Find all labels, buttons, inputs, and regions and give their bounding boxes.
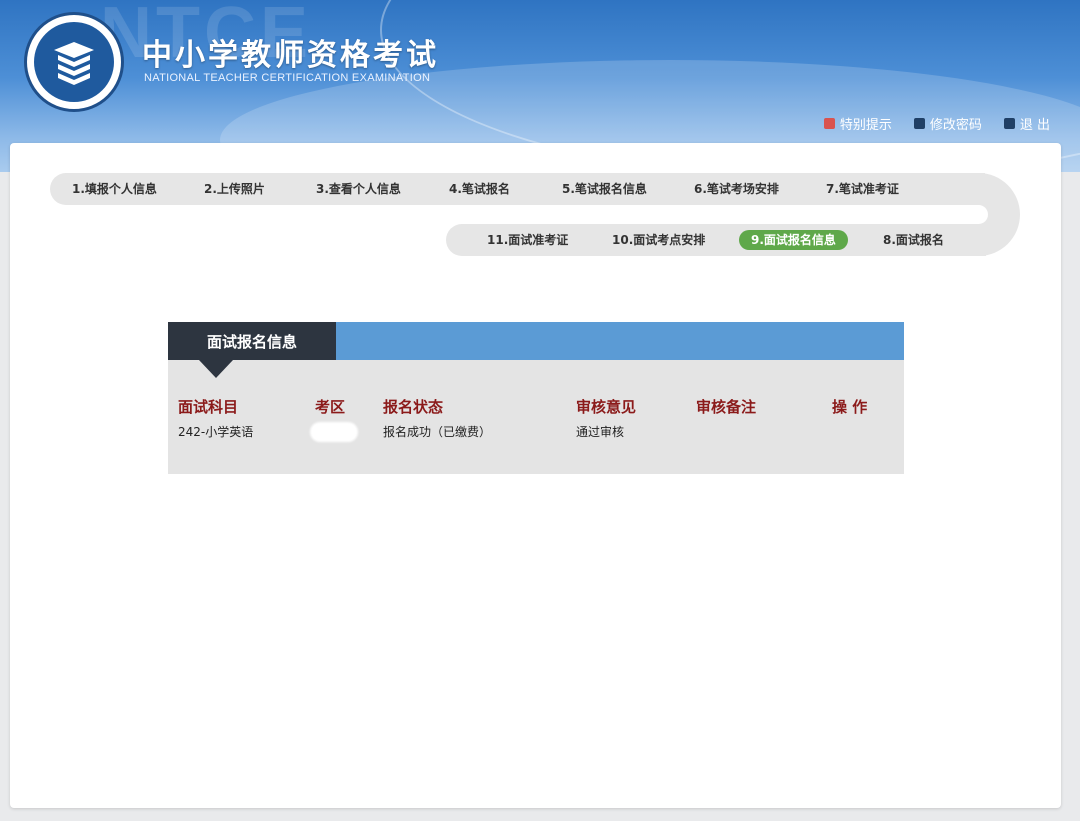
step-written-exam-room[interactable]: 6.笔试考场安排	[694, 179, 779, 199]
region-redacted	[310, 422, 358, 442]
notice-icon	[823, 118, 835, 129]
logout-label: 退 出	[1019, 118, 1050, 133]
box-tab-title: 面试报名信息	[168, 322, 336, 360]
top-links: 特别提示 修改密码 退 出	[823, 114, 1050, 133]
change-password-link[interactable]: 修改密码	[913, 114, 982, 133]
special-notice-label: 特别提示	[839, 118, 892, 133]
step-interview-venue[interactable]: 10.面试考点安排	[612, 230, 705, 250]
logout-icon	[1003, 118, 1015, 129]
tab-pointer-arrow	[199, 360, 233, 378]
row-review: 通过审核	[576, 425, 625, 439]
step-written-registration-info[interactable]: 5.笔试报名信息	[562, 179, 647, 199]
step-written-admission-ticket[interactable]: 7.笔试准考证	[826, 179, 899, 199]
step-written-registration[interactable]: 4.笔试报名	[449, 179, 510, 199]
col-header-action: 操 作	[832, 398, 868, 416]
col-header-status: 报名状态	[383, 398, 444, 416]
step-view-info[interactable]: 3.查看个人信息	[316, 179, 401, 199]
special-notice-link[interactable]: 特别提示	[823, 114, 892, 133]
col-header-region: 考区	[315, 398, 346, 416]
step-upload-photo[interactable]: 2.上传照片	[204, 179, 265, 199]
row-status: 报名成功（已缴费）	[383, 425, 492, 439]
logout-link[interactable]: 退 出	[1003, 114, 1050, 133]
col-header-subject: 面试科目	[178, 398, 239, 416]
site-title: 中小学教师资格考试	[142, 38, 439, 73]
step-interview-registration-info[interactable]: 9.面试报名信息	[739, 230, 848, 250]
book-stack-icon	[54, 42, 94, 85]
site-subtitle: NATIONAL TEACHER CERTIFICATION EXAMINATI…	[144, 72, 431, 84]
site-logo	[24, 12, 124, 112]
col-header-note: 审核备注	[696, 398, 757, 416]
change-password-label: 修改密码	[929, 118, 982, 133]
step-interview-admission-ticket[interactable]: 11.面试准考证	[487, 230, 568, 250]
interview-info-box: 面试报名信息	[168, 322, 904, 474]
step-fill-info[interactable]: 1.填报个人信息	[72, 179, 157, 199]
password-icon	[913, 118, 925, 129]
col-header-review: 审核意见	[576, 398, 637, 416]
row-subject: 242-小学英语	[178, 425, 254, 439]
step-interview-registration[interactable]: 8.面试报名	[883, 230, 944, 250]
